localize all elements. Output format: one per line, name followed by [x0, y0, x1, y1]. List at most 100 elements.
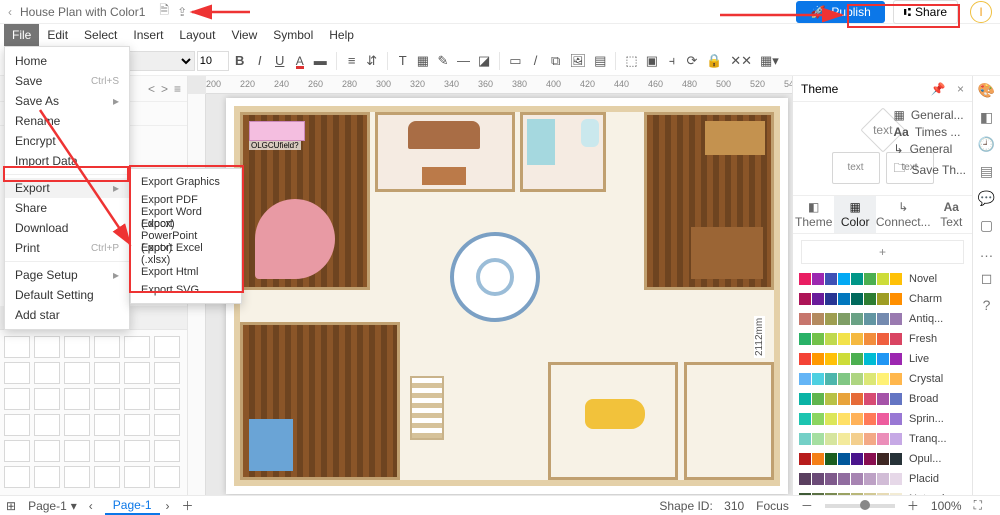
add-scheme-button[interactable]: +: [801, 240, 964, 264]
floorplan-room[interactable]: [375, 112, 515, 192]
color-scheme-row[interactable]: Sprin...: [799, 410, 966, 428]
font-color-button[interactable]: A: [291, 53, 309, 69]
prev-page-icon[interactable]: ‹: [89, 499, 93, 513]
zoom-slider[interactable]: [825, 504, 895, 508]
shape-thumb[interactable]: [34, 466, 60, 488]
theme-link-row[interactable]: AaTimes ...: [894, 125, 967, 139]
file-menu-item[interactable]: Encrypt: [5, 131, 129, 151]
theme-toggle-icon[interactable]: 🎨: [978, 82, 995, 99]
menu-symbol[interactable]: Symbol: [265, 24, 321, 46]
shape-thumb[interactable]: [4, 440, 30, 462]
shape-thumb[interactable]: [124, 440, 150, 462]
shape-thumb[interactable]: [124, 388, 150, 410]
shape-thumb[interactable]: [94, 388, 120, 410]
focus-button[interactable]: Focus: [756, 499, 789, 513]
zoom-in-button[interactable]: ＋: [907, 497, 919, 514]
color-scheme-row[interactable]: Crystal: [799, 370, 966, 388]
floorplan-sofa[interactable]: [408, 121, 480, 149]
menu-layout[interactable]: Layout: [171, 24, 223, 46]
shape-thumb[interactable]: [64, 440, 90, 462]
theme-link-row[interactable]: 🗀Save Th...: [894, 159, 967, 180]
close-icon[interactable]: ×: [957, 82, 964, 96]
floorplan-stairs[interactable]: [410, 376, 444, 440]
group-button[interactable]: ▣: [643, 53, 661, 69]
help-icon[interactable]: ?: [983, 297, 991, 313]
line-tool-button[interactable]: /: [527, 53, 545, 68]
file-menu-item[interactable]: Save As▸: [5, 91, 129, 111]
page-settings-icon[interactable]: ▤: [980, 163, 993, 180]
save-icon[interactable]: 🗎: [159, 1, 169, 22]
floorplan-fixture[interactable]: [581, 119, 599, 147]
shape-thumb[interactable]: [4, 466, 30, 488]
chart-button[interactable]: ▤: [591, 53, 609, 69]
floorplan-furniture[interactable]: [249, 419, 293, 471]
floorplan-furniture[interactable]: [249, 121, 305, 141]
floorplan-fixture[interactable]: [527, 119, 555, 165]
pin-icon[interactable]: 📌: [931, 82, 946, 96]
shape-thumb[interactable]: [64, 336, 90, 358]
file-menu-item[interactable]: SaveCtrl+S: [5, 71, 129, 91]
color-scheme-row[interactable]: Charm: [799, 290, 966, 308]
shape-thumb[interactable]: [154, 440, 180, 462]
file-menu-item[interactable]: Home: [5, 51, 129, 71]
shape-thumb[interactable]: [94, 336, 120, 358]
layers-icon[interactable]: ◧: [980, 109, 993, 126]
align-vertical-button[interactable]: ⇵: [363, 53, 381, 69]
floorplan-bathroom[interactable]: [520, 112, 606, 192]
color-scheme-row[interactable]: Tranq...: [799, 430, 966, 448]
line-color-button[interactable]: ✎: [434, 53, 452, 69]
page-dropdown[interactable]: Page-1 ▾: [28, 499, 77, 513]
file-menu-item[interactable]: Page Setup▸: [5, 265, 129, 285]
shape-thumb[interactable]: [34, 388, 60, 410]
shape-thumb[interactable]: [4, 388, 30, 410]
floorplan-car[interactable]: [585, 399, 645, 429]
align-left-button[interactable]: ≡: [343, 53, 361, 68]
color-scheme-row[interactable]: Broad: [799, 390, 966, 408]
italic-button[interactable]: I: [251, 53, 269, 68]
add-page-icon[interactable]: ＋: [182, 497, 194, 514]
more-icon[interactable]: …: [980, 244, 994, 260]
floorplan-table[interactable]: [422, 167, 466, 185]
fit-page-icon[interactable]: ⛶: [974, 498, 982, 513]
zoom-out-button[interactable]: －: [801, 497, 813, 514]
theme-link-row[interactable]: ↳General: [894, 142, 967, 156]
navigator-icon[interactable]: ◻: [981, 270, 993, 287]
resources-icon[interactable]: ▢: [980, 217, 993, 234]
shape-thumb[interactable]: [94, 466, 120, 488]
shape-thumb[interactable]: [94, 362, 120, 384]
underline-button[interactable]: U: [271, 53, 289, 68]
next-page-icon[interactable]: ›: [166, 499, 170, 513]
history-icon[interactable]: 🕘: [978, 136, 995, 153]
file-menu-item[interactable]: Export▸: [5, 178, 129, 198]
shape-thumb[interactable]: [154, 336, 180, 358]
arrange-button[interactable]: ⬚: [622, 53, 640, 69]
menu-edit[interactable]: Edit: [39, 24, 76, 46]
shapes-more-icon[interactable]: ≡: [174, 82, 181, 96]
drawing-page[interactable]: OLGCUfield?: [226, 98, 788, 494]
user-avatar[interactable]: I: [970, 1, 992, 23]
text-highlight-button[interactable]: ▬: [311, 53, 330, 68]
shape-thumb[interactable]: [124, 336, 150, 358]
floor-plan[interactable]: OLGCUfield?: [234, 106, 780, 486]
floorplan-furniture[interactable]: [255, 199, 335, 279]
shape-thumb[interactable]: [34, 440, 60, 462]
shape-thumb[interactable]: [64, 414, 90, 436]
crop-tool-button[interactable]: ⧉: [547, 53, 565, 69]
tab-text[interactable]: AaText: [931, 196, 972, 233]
zoom-level[interactable]: 100%: [931, 499, 962, 513]
file-menu-item[interactable]: Share: [5, 198, 129, 218]
shape-thumb[interactable]: [154, 362, 180, 384]
text-box-button[interactable]: T: [394, 53, 412, 68]
shape-thumb[interactable]: [64, 466, 90, 488]
export-menu-item[interactable]: Export Graphics: [131, 173, 241, 191]
export-menu-item[interactable]: Export Excel (.xlsx): [131, 245, 241, 263]
shape-thumb[interactable]: [124, 362, 150, 384]
file-menu-item[interactable]: Import Data: [5, 151, 129, 171]
shape-thumb[interactable]: [4, 336, 30, 358]
lock-button[interactable]: 🔒: [703, 53, 725, 69]
rotate-button[interactable]: ⟳: [683, 53, 701, 69]
canvas[interactable]: OLGCUfield?: [206, 94, 792, 495]
addons-button[interactable]: ▦▾: [757, 53, 782, 69]
comments-icon[interactable]: 💬: [978, 190, 995, 207]
floorplan-furniture[interactable]: [705, 121, 765, 155]
